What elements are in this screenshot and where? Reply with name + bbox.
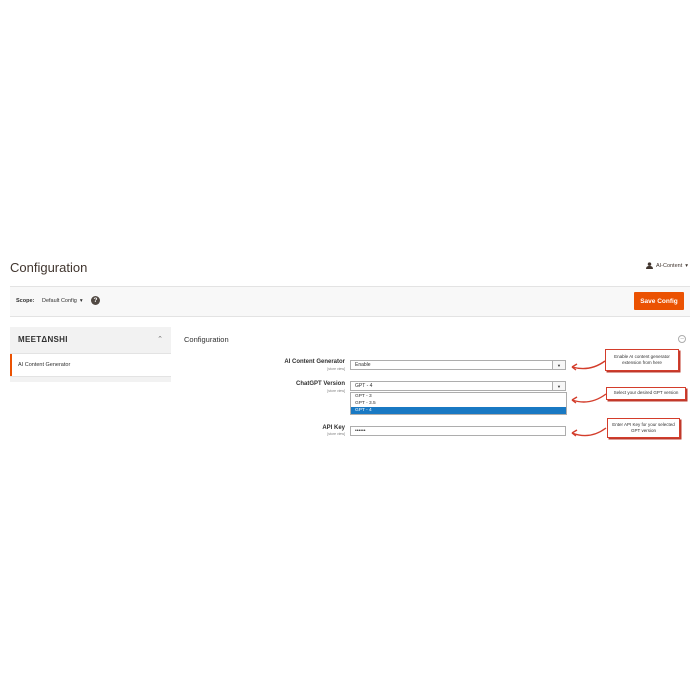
annotation-api-key-note: Enter API Key for your selected GPT vers… — [607, 418, 680, 438]
chevron-down-icon[interactable]: ▼ — [552, 382, 565, 390]
chatgpt-version-options: GPT - 3 GPT - 3.5 GPT - 4 — [350, 392, 567, 415]
user-name: AI-Content — [655, 262, 683, 269]
field-scope: [store view] — [327, 367, 345, 371]
chevron-up-icon: ⌃ — [157, 336, 163, 343]
field-label-api-key: API Key — [322, 425, 345, 431]
chevron-down-icon: ▾ — [79, 298, 83, 304]
scope-label: Scope: — [16, 298, 35, 304]
sidebar-section-meetanshi[interactable]: MEETΔNSHI ⌃ — [10, 327, 171, 354]
field-label-ai-content-generator: AI Content Generator — [284, 359, 345, 365]
select-value: GPT - 4 — [355, 383, 373, 389]
api-key-input[interactable]: •••••• — [350, 426, 566, 436]
arrow-icon — [571, 393, 607, 404]
sidebar-item-ai-content-generator[interactable]: AI Content Generator — [10, 354, 173, 376]
annotation-version-note: Select your desired GPT version — [606, 387, 686, 400]
sidebar-footer — [10, 376, 171, 382]
option-gpt-3[interactable]: GPT - 3 — [351, 393, 566, 400]
section-title: Configuration — [184, 335, 229, 344]
annotation-enable-note: Enable AI content generator extension fr… — [605, 349, 679, 371]
collapse-icon[interactable]: − — [678, 335, 686, 343]
select-value: Enable — [355, 362, 371, 368]
scope-value: Default Config — [42, 298, 77, 304]
chatgpt-version-select[interactable]: GPT - 4 ▼ — [350, 381, 566, 391]
chevron-down-icon: ▾ — [685, 262, 688, 269]
sidebar-brand: MEETΔNSHI — [18, 335, 68, 344]
user-menu[interactable]: AI-Content ▾ — [645, 262, 688, 269]
arrow-icon — [571, 360, 606, 371]
help-icon[interactable]: ? — [91, 296, 100, 305]
input-value: •••••• — [355, 428, 366, 434]
sidebar-item-label: AI Content Generator — [18, 362, 71, 368]
field-scope: [store view] — [327, 389, 345, 393]
user-icon — [645, 262, 653, 269]
save-config-button[interactable]: Save Config — [634, 292, 684, 310]
scope-bar: Scope: Default Config ▾ ? Save Config — [10, 286, 690, 317]
option-gpt-3-5[interactable]: GPT - 3.5 — [351, 400, 566, 407]
ai-content-generator-select[interactable]: Enable ▼ — [350, 360, 566, 370]
chevron-down-icon[interactable]: ▼ — [552, 361, 565, 369]
option-gpt-4[interactable]: GPT - 4 — [351, 407, 566, 414]
scope-switcher[interactable]: Default Config ▾ — [42, 298, 83, 304]
config-sidebar: MEETΔNSHI ⌃ AI Content Generator — [10, 327, 173, 382]
arrow-icon — [571, 427, 607, 437]
field-scope: [store view] — [327, 432, 345, 436]
field-label-chatgpt-version: ChatGPT Version — [295, 381, 345, 387]
page-title: Configuration — [10, 260, 88, 275]
